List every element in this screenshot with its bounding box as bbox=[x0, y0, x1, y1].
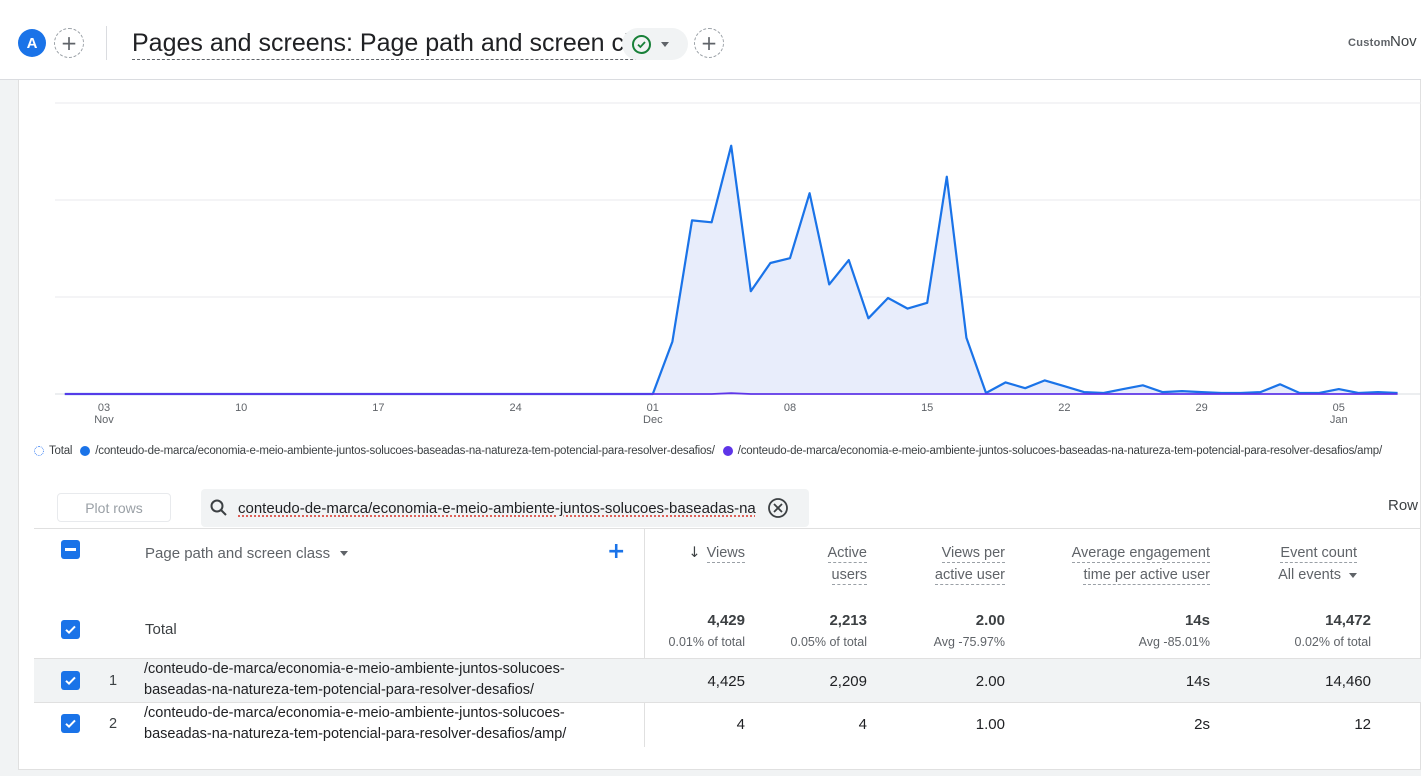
x-tick-label: 03 bbox=[98, 402, 110, 414]
total-avg-engagement-sub: Avg -85.01% bbox=[1138, 635, 1210, 649]
x-tick-month-label: Jan bbox=[1330, 414, 1348, 426]
checkmark-icon bbox=[65, 625, 76, 635]
row-index: 1 bbox=[109, 673, 118, 689]
table-divider bbox=[34, 528, 1421, 529]
column-header-views[interactable]: ↓ Views bbox=[688, 542, 745, 564]
x-tick-label: 08 bbox=[784, 402, 796, 414]
series-area bbox=[64, 145, 1398, 394]
row-checkbox[interactable] bbox=[61, 671, 80, 690]
event-filter-dropdown[interactable]: All events bbox=[1278, 564, 1357, 586]
column-header-label: active user bbox=[934, 567, 1005, 585]
clear-search-icon[interactable] bbox=[767, 497, 789, 524]
x-tick-label: 24 bbox=[509, 402, 521, 414]
row-event-count: 12 bbox=[1354, 716, 1371, 733]
x-tick-label: 10 bbox=[235, 402, 247, 414]
total-event-count-sub: 0.02% of total bbox=[1294, 635, 1371, 649]
legend-label: /conteudo-de-marca/economia-e-meio-ambie… bbox=[737, 445, 1382, 457]
row-page-path-line: baseadas-na-natureza-tem-potencial-para-… bbox=[144, 682, 535, 698]
legend-label: /conteudo-de-marca/economia-e-meio-ambie… bbox=[95, 445, 715, 457]
line-chart: 03Nov 10 17 24 01Dec 08 15 22 29 05Jan bbox=[55, 102, 1421, 426]
search-icon bbox=[209, 498, 229, 523]
legend-swatch bbox=[722, 446, 733, 456]
column-header-label: Active bbox=[827, 545, 867, 563]
total-event-count: 14,472 bbox=[1325, 612, 1371, 629]
row-views: 4 bbox=[736, 716, 745, 733]
row-views-per-user: 2.00 bbox=[975, 673, 1005, 690]
add-dimension-button[interactable]: + bbox=[607, 541, 625, 563]
event-filter-label: All events bbox=[1278, 567, 1341, 583]
total-views: 4,429 bbox=[707, 612, 745, 629]
legend-item-series-2[interactable]: /conteudo-de-marca/economia-e-meio-ambie… bbox=[722, 445, 1382, 457]
chevron-down-icon bbox=[340, 551, 349, 556]
rows-per-page-label: Row bbox=[1388, 497, 1419, 514]
legend-item-series-1[interactable]: /conteudo-de-marca/economia-e-meio-ambie… bbox=[80, 445, 715, 457]
row-avg-engagement: 14s bbox=[1185, 673, 1210, 690]
column-header-label: Views bbox=[706, 545, 745, 563]
checkmark-icon bbox=[65, 676, 76, 686]
total-avg-engagement: 14s bbox=[1184, 612, 1210, 629]
legend-swatch bbox=[34, 446, 44, 456]
row-page-path[interactable]: /conteudo-de-marca/economia-e-meio-ambie… bbox=[144, 659, 624, 701]
row-page-path-line: /conteudo-de-marca/economia-e-meio-ambie… bbox=[144, 705, 565, 721]
legend-swatch bbox=[80, 446, 91, 456]
dimension-header[interactable]: Page path and screen class bbox=[145, 545, 349, 562]
row-event-count: 14,460 bbox=[1325, 673, 1371, 690]
sort-descending-icon: ↓ bbox=[688, 545, 701, 561]
search-input[interactable]: conteudo-de-marca/economia-e-meio-ambien… bbox=[238, 500, 758, 517]
table-search[interactable]: conteudo-de-marca/economia-e-meio-ambien… bbox=[201, 489, 809, 527]
row-index: 2 bbox=[109, 716, 118, 732]
row-avg-engagement: 2s bbox=[1194, 716, 1210, 733]
checkmark-icon bbox=[65, 719, 76, 729]
column-header-label: Views per bbox=[941, 545, 1005, 563]
column-header-label: Average engagement bbox=[1071, 545, 1210, 563]
total-row-label: Total bbox=[145, 621, 177, 638]
x-tick-label: 05 bbox=[1333, 402, 1345, 414]
plot-rows-button[interactable]: Plot rows bbox=[57, 493, 171, 522]
row-active-users: 4 bbox=[858, 716, 867, 733]
row-page-path-line: /conteudo-de-marca/economia-e-meio-ambie… bbox=[144, 661, 565, 677]
total-views-sub: 0.01% of total bbox=[668, 635, 745, 649]
column-header-label: Event count bbox=[1280, 545, 1357, 563]
x-tick-label: 29 bbox=[1195, 402, 1207, 414]
row-views-per-user: 1.00 bbox=[975, 716, 1005, 733]
column-divider bbox=[644, 529, 645, 747]
total-active-users-sub: 0.05% of total bbox=[790, 635, 867, 649]
row-page-path[interactable]: /conteudo-de-marca/economia-e-meio-ambie… bbox=[144, 703, 624, 745]
select-all-checkbox[interactable] bbox=[61, 540, 80, 559]
row-page-path-line: baseadas-na-natureza-tem-potencial-para-… bbox=[144, 726, 567, 742]
chart-legend: Total /conteudo-de-marca/economia-e-meio… bbox=[34, 442, 1417, 460]
legend-item-total[interactable]: Total bbox=[34, 445, 72, 457]
chevron-down-icon bbox=[1349, 572, 1357, 578]
legend-label: Total bbox=[49, 445, 73, 457]
total-active-users: 2,213 bbox=[829, 612, 867, 629]
total-views-per-user: 2.00 bbox=[975, 612, 1005, 629]
series-line-2[interactable] bbox=[64, 392, 1398, 395]
row-views: 4,425 bbox=[707, 673, 745, 690]
column-header-label: time per active user bbox=[1083, 567, 1210, 585]
dimension-header-label: Page path and screen class bbox=[145, 545, 331, 562]
x-tick-label: 01 bbox=[647, 402, 659, 414]
column-header-label: users bbox=[831, 567, 867, 585]
column-header-views-per-user[interactable]: Views per active user bbox=[934, 542, 1005, 586]
column-header-avg-engagement[interactable]: Average engagement time per active user bbox=[1071, 542, 1210, 586]
x-tick-label: 15 bbox=[921, 402, 933, 414]
column-header-active-users[interactable]: Active users bbox=[827, 542, 867, 586]
x-tick-label: 22 bbox=[1058, 402, 1070, 414]
total-views-per-user-sub: Avg -75.97% bbox=[933, 635, 1005, 649]
row-checkbox[interactable] bbox=[61, 714, 80, 733]
row-active-users: 2,209 bbox=[829, 673, 867, 690]
column-header-event-count[interactable]: Event count All events bbox=[1278, 542, 1357, 586]
total-row-checkbox[interactable] bbox=[61, 620, 80, 639]
x-tick-label: 17 bbox=[372, 402, 384, 414]
x-tick-month-label: Dec bbox=[643, 414, 663, 426]
x-tick-month-label: Nov bbox=[94, 414, 114, 426]
